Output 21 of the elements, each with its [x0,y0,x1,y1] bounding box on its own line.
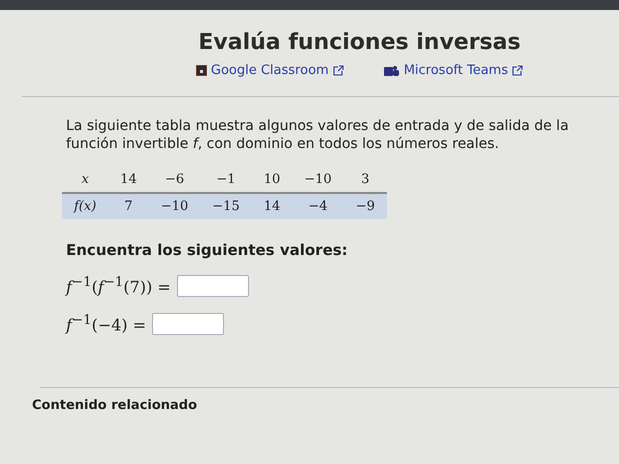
table-cell: 14 [252,193,292,219]
classroom-icon [196,65,207,76]
intro-text: La siguiente tabla muestra algunos valores de entrada y de salida de la función invertible f, con dominio en todos los números reales. [66,117,570,153]
answer-box[interactable] [152,313,224,335]
share-link[interactable]: Google Classroom [196,63,344,78]
page-title: Evalúa funciones inversas [197,30,522,55]
math-expression: f$^{−1}$(f$^{−1}$(7)) = [66,275,171,297]
section-heading: Contenido relacionado [32,398,198,413]
table-cell: −9 [344,193,387,219]
table-cell: −4 [292,193,344,219]
external-link-icon [332,65,344,76]
table-header: f(x) [62,193,108,219]
answer-box[interactable] [176,275,249,297]
table-cell: −10 [148,193,200,219]
math-expression: f$^{−1}$(−4) = [66,313,146,335]
table-cell: −15 [200,193,252,219]
teams-icon [384,64,400,76]
external-link-icon [512,65,524,76]
share-link[interactable]: Microsoft Teams [384,63,524,78]
table-cell: 7 [108,193,149,219]
prompt-text: Encuentra los siguientes valores: [66,241,349,259]
